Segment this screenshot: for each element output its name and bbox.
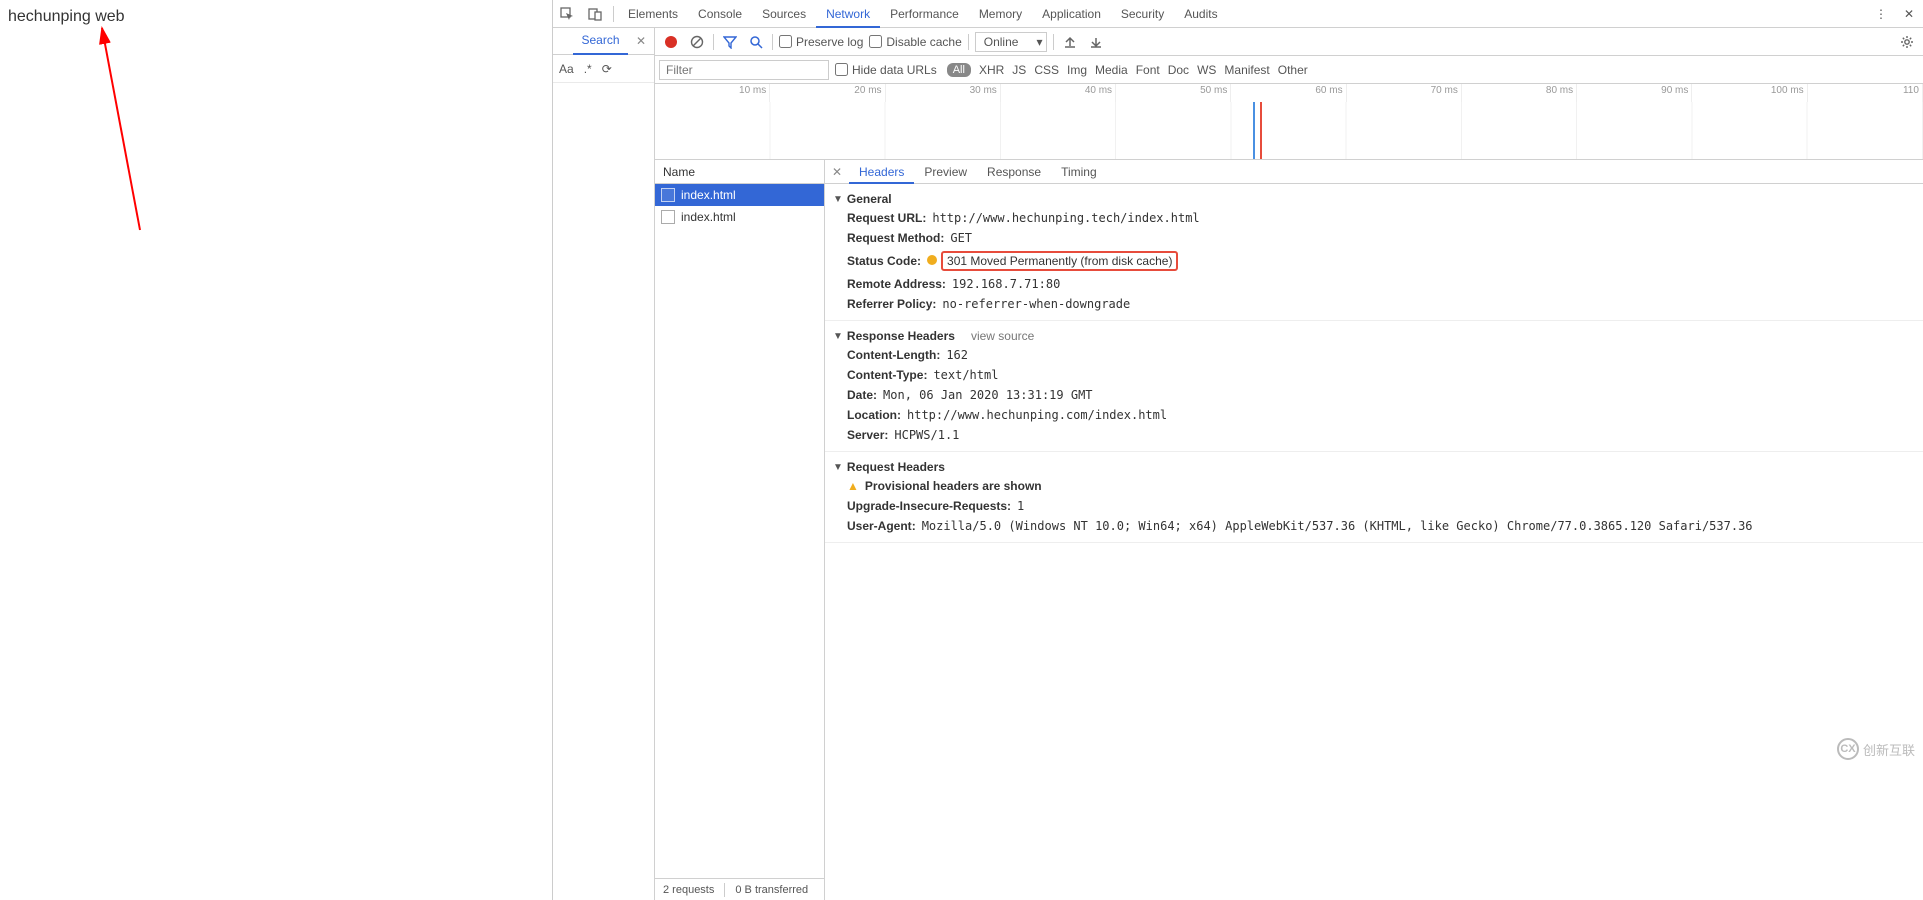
device-toggle-icon[interactable] [581,0,609,28]
watermark: CX 创新互联 [1837,738,1915,760]
refresh-icon[interactable]: ⟳ [602,62,612,76]
download-har-icon[interactable] [1086,28,1106,56]
request-name: index.html [681,210,736,224]
filter-icon[interactable] [720,28,740,56]
view-source-link[interactable]: view source [971,329,1034,343]
filter-type-manifest[interactable]: Manifest [1224,63,1269,77]
search-icon[interactable] [746,28,766,56]
disable-cache-checkbox[interactable]: Disable cache [869,35,961,49]
filter-type-ws[interactable]: WS [1197,63,1216,77]
tab-memory[interactable]: Memory [969,0,1032,28]
request-method-value: GET [950,231,972,245]
request-url-value: http://www.hechunping.tech/index.html [932,211,1199,225]
throttle-select[interactable]: Online▾ [975,32,1048,52]
filter-type-doc[interactable]: Doc [1168,63,1189,77]
timing-tab[interactable]: Timing [1051,160,1107,184]
preserve-log-checkbox[interactable]: Preserve log [779,35,863,49]
response-headers-toggle[interactable]: ▼ Response Headers view source [825,327,1923,345]
waterfall-overview[interactable]: 10 ms 20 ms 30 ms 40 ms 50 ms 60 ms 70 m… [655,84,1923,160]
tab-sources[interactable]: Sources [752,0,816,28]
tab-performance[interactable]: Performance [880,0,969,28]
file-icon [661,210,675,224]
search-tab[interactable]: Search [573,28,628,55]
request-count: 2 requests [663,884,714,896]
filter-type-js[interactable]: JS [1012,63,1026,77]
tab-console[interactable]: Console [688,0,752,28]
network-main: Preserve log Disable cache Online▾ [655,28,1923,900]
search-close-icon[interactable]: ✕ [628,34,654,48]
close-devtools-icon[interactable]: ✕ [1895,7,1923,21]
referrer-policy-value: no-referrer-when-downgrade [942,297,1130,311]
record-icon[interactable] [661,28,681,56]
general-toggle[interactable]: ▼ General [825,190,1923,208]
filter-type-media[interactable]: Media [1095,63,1128,77]
triangle-down-icon: ▼ [833,331,843,342]
status-dot-icon [927,255,937,265]
request-details: ✕ Headers Preview Response Timing ▼ Gene… [825,160,1923,900]
response-headers-section: ▼ Response Headers view source Content-L… [825,321,1923,452]
inspect-icon[interactable] [553,0,581,28]
page-text: hechunping web [8,8,125,25]
request-name: index.html [681,188,736,202]
triangle-down-icon: ▼ [833,462,843,473]
filter-type-other[interactable]: Other [1278,63,1308,77]
network-toolbar: Preserve log Disable cache Online▾ [655,28,1923,56]
tab-elements[interactable]: Elements [618,0,688,28]
upload-har-icon[interactable] [1060,28,1080,56]
search-panel: Search ✕ Aa .* ⟳ [553,28,655,900]
devtools-panel: Elements Console Sources Network Perform… [552,0,1923,900]
watermark-logo-icon: CX [1837,738,1859,760]
tab-network[interactable]: Network [816,0,880,28]
details-close-icon[interactable]: ✕ [825,165,849,179]
match-case-toggle[interactable]: Aa [559,62,574,76]
response-tab[interactable]: Response [977,160,1051,184]
domcontentloaded-mark [1253,102,1255,159]
request-list-header[interactable]: Name [655,160,824,184]
filter-type-all[interactable]: All [947,63,971,77]
regex-toggle[interactable]: .* [584,62,592,76]
type-filter: All XHR JS CSS Img Media Font Doc WS Man… [947,63,1308,77]
tab-application[interactable]: Application [1032,0,1111,28]
network-status-bar: 2 requests 0 B transferred [655,878,824,900]
settings-gear-icon[interactable] [1897,28,1917,56]
status-code-value: 301 Moved Permanently (from disk cache) [927,251,1178,271]
more-icon[interactable]: ⋮ [1867,7,1895,21]
request-row[interactable]: index.html [655,206,824,228]
filter-input-wrap [659,60,829,80]
details-tabs: ✕ Headers Preview Response Timing [825,160,1923,184]
headers-tab[interactable]: Headers [849,160,914,184]
clear-icon[interactable] [687,28,707,56]
triangle-down-icon: ▼ [833,194,843,205]
load-mark [1260,102,1262,159]
general-section: ▼ General Request URLhttp://www.hechunpi… [825,184,1923,321]
filter-type-xhr[interactable]: XHR [979,63,1004,77]
file-icon [661,188,675,202]
tab-security[interactable]: Security [1111,0,1174,28]
remote-address-value: 192.168.7.71:80 [952,277,1060,291]
request-headers-section: ▼ Request Headers ▲Provisional headers a… [825,452,1923,543]
rendered-page: hechunping web [0,0,550,34]
transferred-size: 0 B transferred [735,884,808,896]
filter-type-img[interactable]: Img [1067,63,1087,77]
location-header-value: http://www.hechunping.com/index.html [907,408,1167,422]
filter-row: Hide data URLs All XHR JS CSS Img Media … [655,56,1923,84]
chevron-down-icon: ▾ [1036,35,1042,49]
preview-tab[interactable]: Preview [914,160,977,184]
request-row[interactable]: index.html [655,184,824,206]
tab-audits[interactable]: Audits [1174,0,1227,28]
filter-type-css[interactable]: CSS [1034,63,1059,77]
warning-icon: ▲ [847,479,859,493]
filter-type-font[interactable]: Font [1136,63,1160,77]
request-list: Name index.html index.html 2 requests 0 … [655,160,825,900]
filter-input[interactable] [659,60,829,80]
devtools-tabbar: Elements Console Sources Network Perform… [553,0,1923,28]
request-headers-toggle[interactable]: ▼ Request Headers [825,458,1923,476]
hide-data-urls-checkbox[interactable]: Hide data URLs [835,63,937,77]
